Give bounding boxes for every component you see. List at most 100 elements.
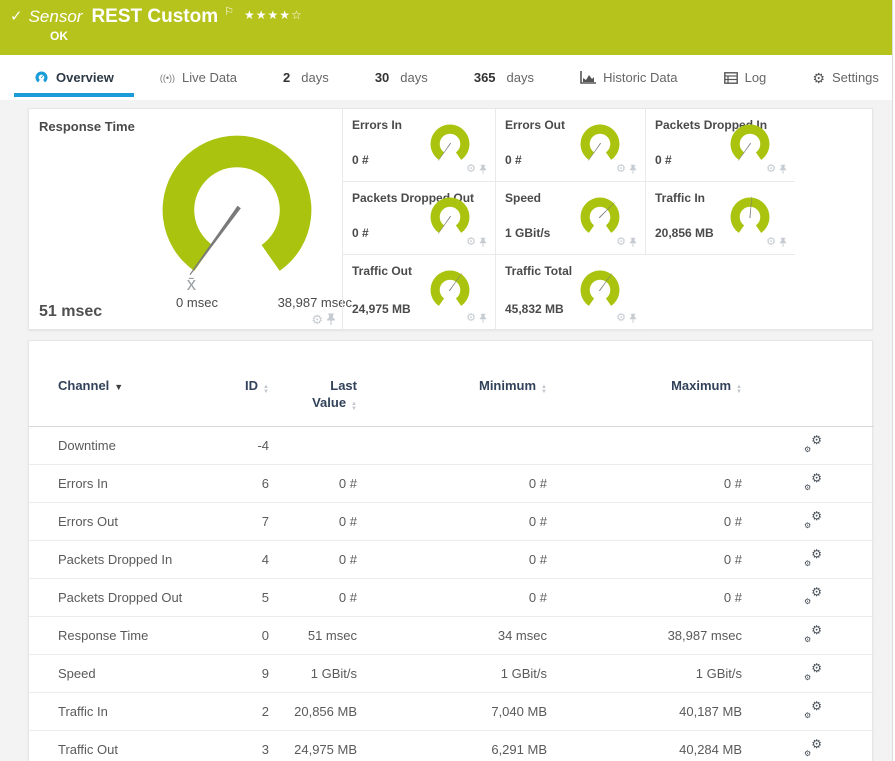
tab-30-days[interactable]: 30 days [369,55,434,100]
gauge-label: Speed [505,191,541,205]
channel-settings-icon[interactable]: ⚙⚙ [804,626,822,642]
gauge-gear-icon[interactable]: ⚙ [466,237,476,248]
col-header-actions [742,371,874,427]
channel-settings-icon[interactable]: ⚙⚙ [804,550,822,566]
channel-name: Response Time [29,617,239,655]
tab-overview[interactable]: Overview [28,55,120,100]
flag-icon[interactable]: ⚐ [224,5,234,18]
gauge-gear-icon[interactable]: ⚙ [311,313,323,326]
channel-id: -4 [239,427,269,465]
cell-toolbar: ⚙ [311,313,336,326]
sensor-header: ✓ Sensor REST Custom ⚐ ★★★★☆ OK [0,0,895,55]
channel-id: 3 [239,731,269,761]
tab-log-label: Log [745,70,767,85]
tab-bar: Overview ((•)) Live Data 2 days 30 days … [0,55,895,100]
status-badge: OK [50,29,68,43]
channel-table-panel: Channel▼ ID▲▼ Last Value▲▼ Minimum▲▼ Max… [28,340,873,761]
cell-toolbar: ⚙ [466,237,487,248]
channel-name: Speed [29,655,239,693]
channel-settings-icon[interactable]: ⚙⚙ [804,512,822,528]
gauge-gear-icon[interactable]: ⚙ [466,164,476,175]
col-header-id[interactable]: ID▲▼ [239,371,269,427]
channel-settings-icon[interactable]: ⚙⚙ [804,702,822,718]
channel-minimum: 0 # [357,579,547,617]
col-header-channel[interactable]: Channel▼ [29,371,239,427]
gauge-value: 45,832 MB [505,302,564,316]
pin-icon[interactable] [779,164,787,175]
pin-icon[interactable] [479,237,487,248]
gauge-gear-icon[interactable]: ⚙ [616,164,626,175]
channel-actions-cell: ⚙⚙ [742,503,874,541]
channel-settings-icon[interactable]: ⚙⚙ [804,436,822,452]
gauge-value: 20,856 MB [655,226,714,240]
channel-settings-icon[interactable]: ⚙⚙ [804,588,822,604]
tab-2-days[interactable]: 2 days [277,55,335,100]
channel-last-value [269,427,357,465]
small-gauge-cell: Speed 1 GBit/s ⚙ [495,182,645,255]
tab-365-days[interactable]: 365 days [468,55,540,100]
channel-id: 4 [239,541,269,579]
table-row: Packets Dropped Out50 #0 #0 #⚙⚙ [29,579,874,617]
gauge-gear-icon[interactable]: ⚙ [766,237,776,248]
channel-settings-icon[interactable]: ⚙⚙ [804,740,822,756]
col-header-maximum[interactable]: Maximum▲▼ [547,371,742,427]
response-time-title: Response Time [39,119,135,134]
settings-gear-icon: ⚙ [812,71,825,85]
tab-settings[interactable]: ⚙ Settings [806,55,885,100]
pin-icon[interactable] [629,164,637,175]
gauge-label: Errors In [352,118,402,132]
table-row: Speed91 GBit/s1 GBit/s1 GBit/s⚙⚙ [29,655,874,693]
gauge-gear-icon[interactable]: ⚙ [616,313,626,324]
channel-minimum: 0 # [357,541,547,579]
tab-live-data[interactable]: ((•)) Live Data [154,55,243,100]
gauge-scale-max: 38,987 msec [247,295,352,310]
channel-id: 5 [239,579,269,617]
pin-icon[interactable] [326,313,336,326]
log-list-icon [724,72,738,84]
small-gauge [419,263,481,317]
tab-historic-data-label: Historic Data [603,70,677,85]
channel-maximum: 0 # [547,503,742,541]
channel-maximum: 40,187 MB [547,693,742,731]
gauge-gear-icon[interactable]: ⚙ [466,313,476,324]
channel-table-body: Downtime-4⚙⚙Errors In60 #0 #0 #⚙⚙Errors … [29,427,874,761]
table-row: Response Time051 msec34 msec38,987 msec⚙… [29,617,874,655]
pin-icon[interactable] [629,313,637,324]
pin-icon[interactable] [629,237,637,248]
gauge-gear-icon[interactable]: ⚙ [766,164,776,175]
sort-icon: ▲▼ [351,402,357,412]
channel-minimum [357,427,547,465]
rating-stars[interactable]: ★★★★☆ [244,8,303,22]
table-row: Errors In60 #0 #0 #⚙⚙ [29,465,874,503]
sensor-kind-label: Sensor [29,7,83,27]
channel-actions-cell: ⚙⚙ [742,693,874,731]
channel-last-value: 51 msec [269,617,357,655]
small-gauge-cell: Packets Dropped Out 0 # ⚙ [342,182,495,255]
gauge-gear-icon[interactable]: ⚙ [616,237,626,248]
pin-icon[interactable] [479,313,487,324]
gauge-label: Traffic In [655,191,705,205]
response-time-gauge: x̄ [141,117,333,303]
pin-icon[interactable] [779,237,787,248]
channel-settings-icon[interactable]: ⚙⚙ [804,474,822,490]
col-header-last-value[interactable]: Last Value▲▼ [269,371,357,427]
historic-chart-icon [580,71,596,84]
channel-actions-cell: ⚙⚙ [742,731,874,761]
channel-minimum: 0 # [357,503,547,541]
tab-log[interactable]: Log [718,55,773,100]
small-gauge-cell: Packets Dropped In 0 # ⚙ [645,109,795,182]
sort-desc-icon: ▼ [114,382,123,392]
channel-name: Downtime [29,427,239,465]
channel-maximum: 1 GBit/s [547,655,742,693]
table-row: Traffic Out324,975 MB6,291 MB40,284 MB⚙⚙ [29,731,874,761]
pin-icon[interactable] [479,164,487,175]
tab-overview-label: Overview [56,70,114,85]
gauge-value: 0 # [352,153,369,167]
col-header-minimum[interactable]: Minimum▲▼ [357,371,547,427]
channel-last-value: 1 GBit/s [269,655,357,693]
channel-minimum: 34 msec [357,617,547,655]
tab-historic-data[interactable]: Historic Data [574,55,683,100]
channel-settings-icon[interactable]: ⚙⚙ [804,664,822,680]
gauge-label: Errors Out [505,118,565,132]
channel-minimum: 7,040 MB [357,693,547,731]
